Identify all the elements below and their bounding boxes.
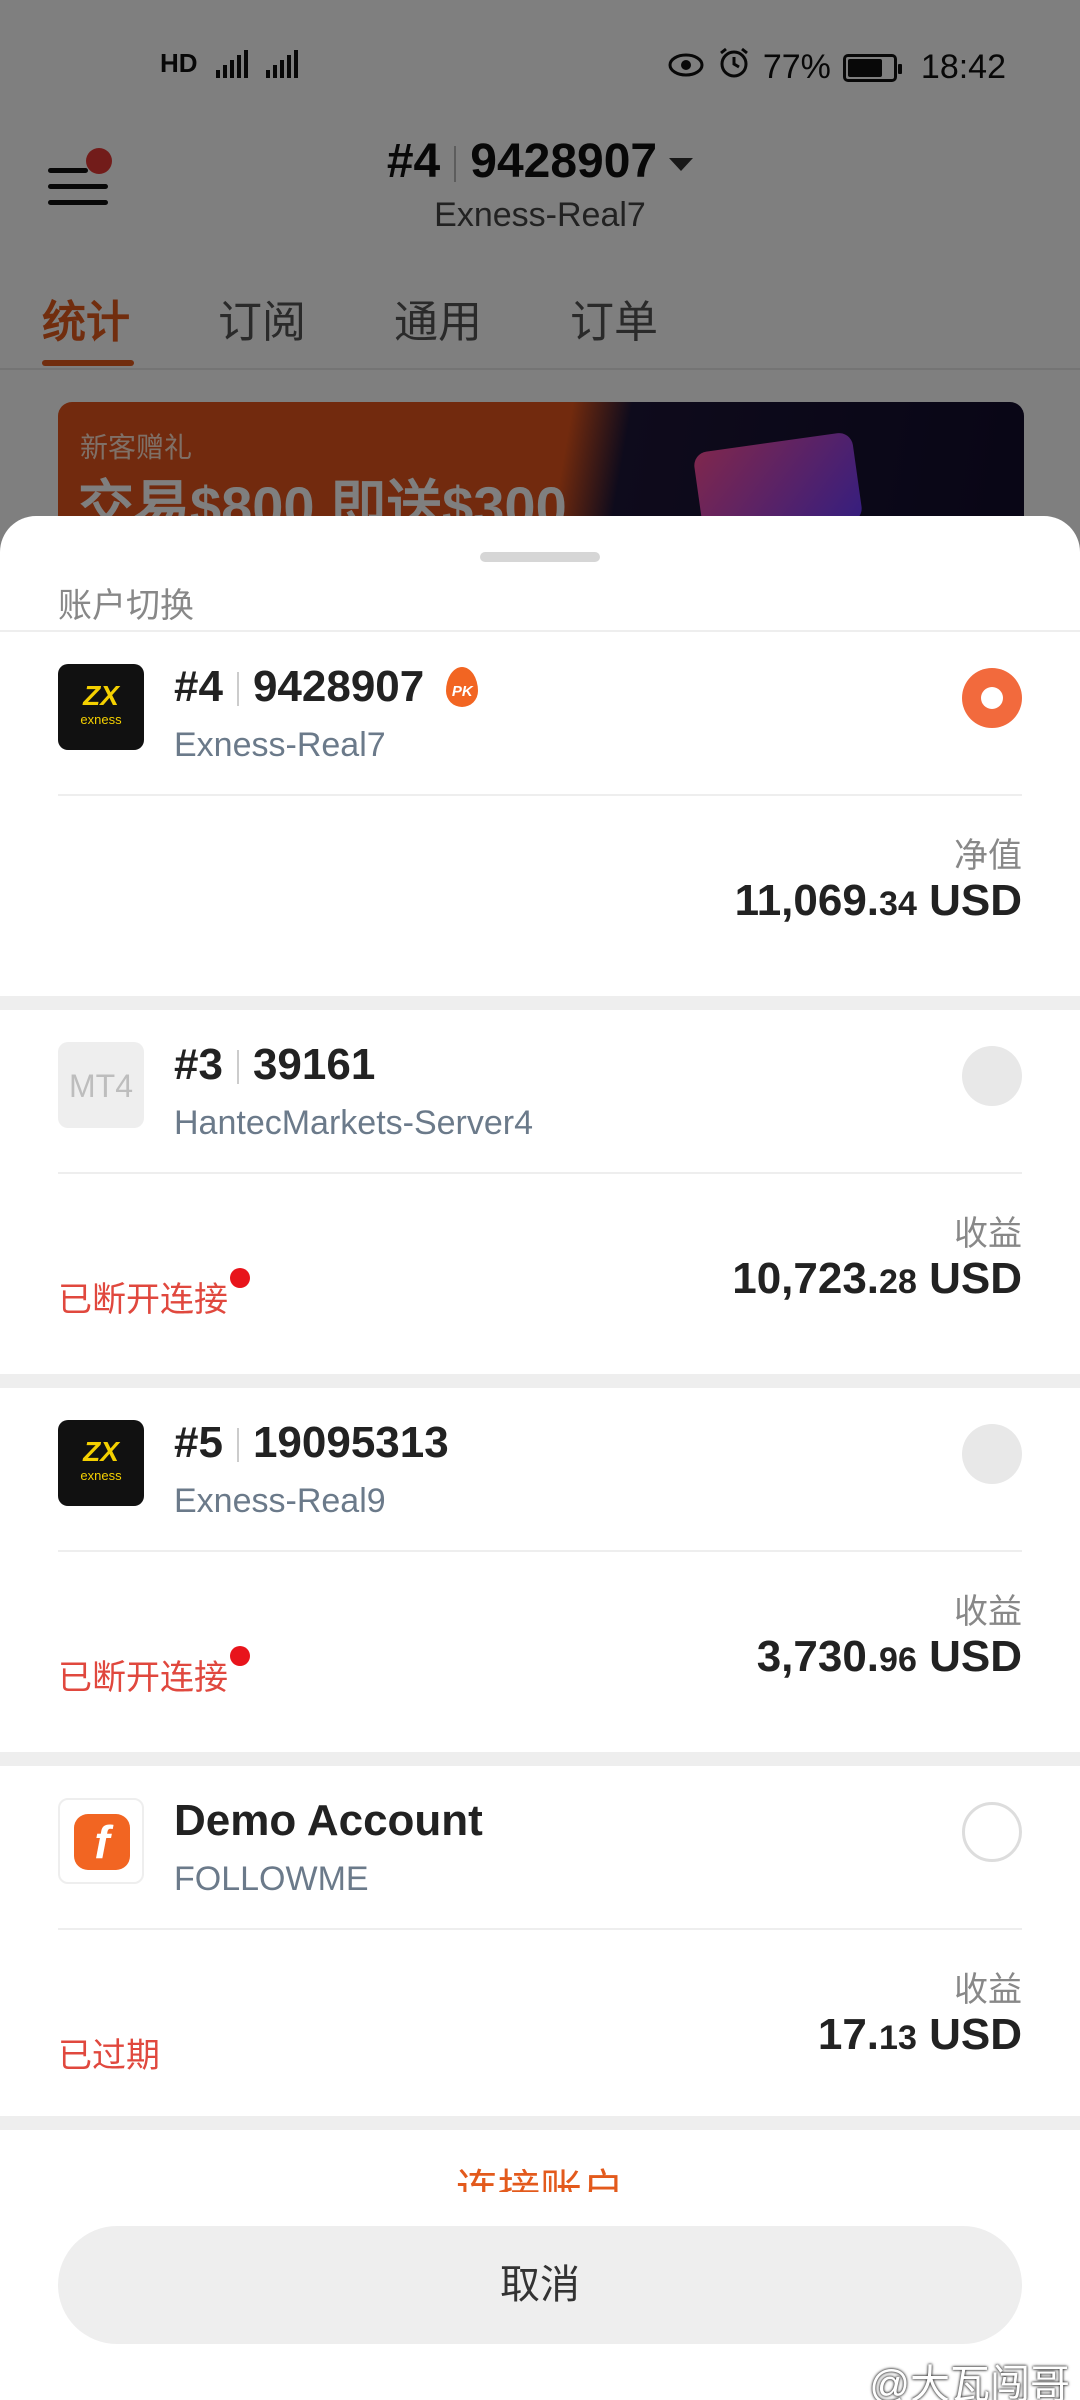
metric-value: 3,730.96 USD [757,1632,1022,1682]
account-number: #4 [174,662,223,711]
divider [58,1550,1022,1552]
logo-text: exness [80,1468,122,1483]
metric-unit: USD [929,2010,1022,2059]
account-title: Demo Account [174,1796,483,1845]
sheet-drag-handle[interactable] [480,552,600,562]
account-card[interactable]: ZX exness #4 9428907 PK Exness-Real7 净值 11… [0,632,1080,1010]
mt4-logo: MT4 [58,1042,144,1128]
separator [236,1428,239,1463]
separator [236,1050,239,1085]
metric-value: 17.13 USD [818,2010,1022,2060]
metric-decimal: 34 [879,885,917,923]
metric-value: 11,069.34 USD [735,876,1022,926]
account-id: 9428907 [252,662,425,711]
separator [236,672,239,707]
metric-unit: USD [929,876,1022,925]
watermark: @大瓦闯哥 [869,2363,1070,2400]
metric-label: 收益 [954,1593,1022,1631]
account-card[interactable]: ZX exness #5 19095313 Exness-Real9 已断开连接 … [0,1388,1080,1766]
sheet-title: 账户切换 [58,587,194,625]
account-card[interactable]: f Demo Account FOLLOWME 已过期 收益 17.13 USD [0,1766,1080,2130]
followme-logo: f [58,1798,144,1884]
logo-mark: f [74,1814,130,1870]
disconnected-dot-icon [230,1646,250,1666]
radio-unselected[interactable] [962,1802,1022,1862]
logo-text: exness [80,712,122,727]
account-card[interactable]: MT4 #3 39161 HantecMarkets-Server4 已断开连接 … [0,1010,1080,1388]
divider [58,794,1022,796]
logo-text: MT4 [69,1068,133,1104]
account-title: #4 9428907 PK [174,662,482,712]
status-text: 已断开连接 [58,1659,228,1697]
metric-integer: 17. [817,2010,880,2059]
divider [58,1928,1022,1930]
pk-flame-icon: PK [442,667,482,711]
metric-label: 收益 [954,1215,1022,1253]
metric-decimal: 96 [879,1641,917,1679]
connection-status: 已过期 [58,2028,160,2077]
exness-logo: ZX exness [58,664,144,750]
metric-decimal: 13 [879,2019,917,2057]
metric-decimal: 28 [879,1263,917,1301]
connect-account-link[interactable]: 连接账户 [0,2156,1080,2192]
radio-selected[interactable] [962,668,1022,728]
connection-status: 已断开连接 [58,1268,250,1321]
account-server: Exness-Real9 [174,1482,386,1520]
logo-mark: ZX [83,1436,119,1467]
metric-integer: 10,723. [732,1254,880,1303]
exness-logo: ZX exness [58,1420,144,1506]
metric-unit: USD [929,1632,1022,1681]
account-server: FOLLOWME [174,1860,369,1898]
account-server: Exness-Real7 [174,726,386,764]
cancel-button[interactable]: 取消 [58,2226,1022,2344]
account-number: #3 [174,1040,223,1089]
account-id: 39161 [252,1040,376,1089]
account-list: ZX exness #4 9428907 PK Exness-Real7 净值 11… [0,632,1080,2130]
metric-integer: 11,069. [734,876,880,925]
metric-value: 10,723.28 USD [732,1254,1022,1304]
metric-label: 净值 [954,837,1022,875]
status-text: 已断开连接 [58,1281,228,1319]
account-number: #5 [174,1418,223,1467]
metric-integer: 3,730. [756,1632,880,1681]
account-switch-sheet: 账户切换 ZX exness #4 9428907 PK Exness-Real7 … [0,516,1080,2400]
metric-unit: USD [929,1254,1022,1303]
account-server: HantecMarkets-Server4 [174,1104,534,1142]
disconnected-dot-icon [230,1268,250,1288]
radio-unselected[interactable] [962,1046,1022,1106]
connection-status: 已断开连接 [58,1646,250,1699]
radio-unselected[interactable] [962,1424,1022,1484]
account-title: #3 39161 [174,1040,375,1090]
account-title: #5 19095313 [174,1418,449,1468]
account-id: 19095313 [252,1418,449,1467]
logo-mark: ZX [83,680,119,711]
divider [58,1172,1022,1174]
metric-label: 收益 [954,1971,1022,2009]
status-text: 已过期 [58,2037,160,2075]
